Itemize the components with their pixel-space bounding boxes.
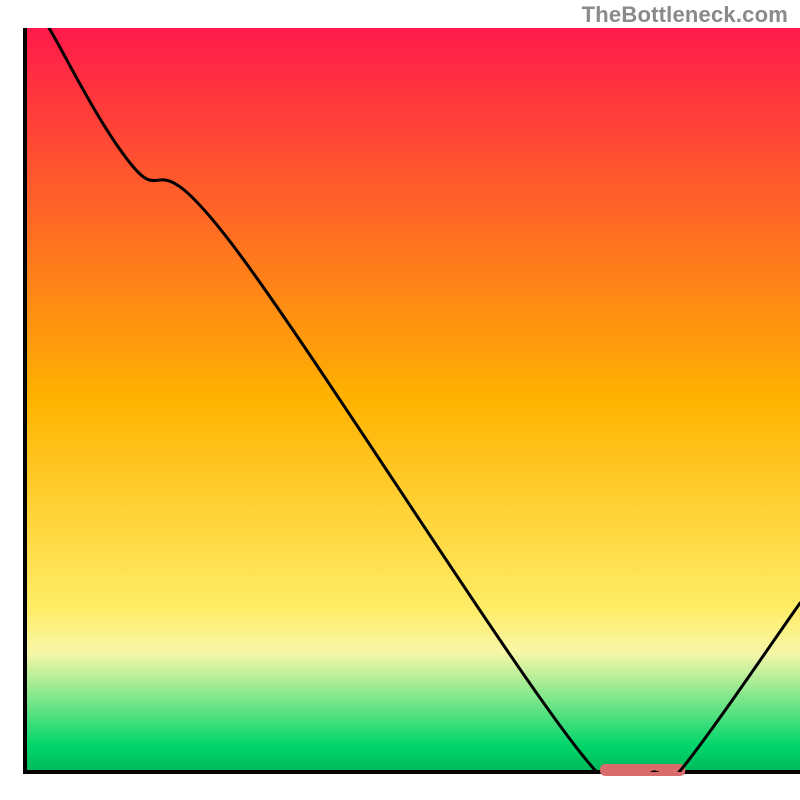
chart-container: TheBottleneck.com: [0, 0, 800, 800]
bottleneck-chart: [0, 0, 800, 800]
gradient-background: [25, 28, 800, 772]
optimal-range-marker: [600, 764, 685, 776]
attribution-label: TheBottleneck.com: [582, 2, 788, 28]
